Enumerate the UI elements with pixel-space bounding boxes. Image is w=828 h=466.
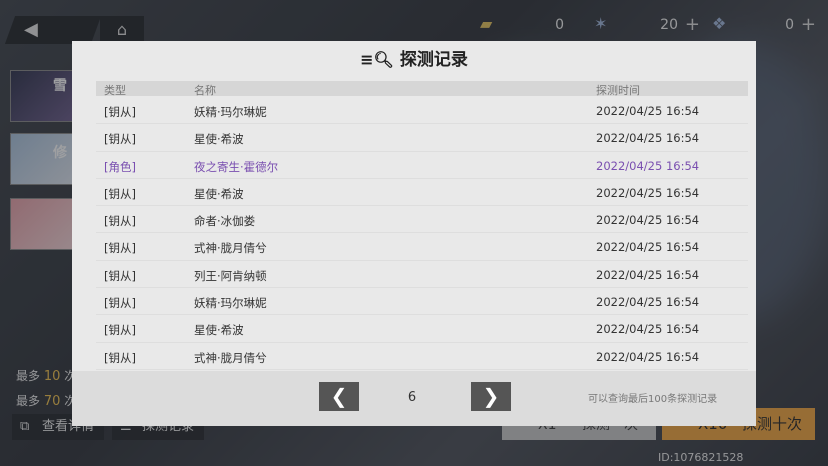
table-header: 类型 名称 探测时间 — [96, 81, 748, 97]
row-time: 2022/04/25 16:54 — [596, 267, 700, 282]
chevron-left-icon: ❮ — [330, 384, 348, 408]
row-time: 2022/04/25 16:54 — [596, 349, 700, 364]
row-time: 2022/04/25 16:54 — [596, 131, 700, 146]
table-row: [钥从] 妖精·玛尔琳妮 2022/04/25 16:54 — [96, 97, 748, 125]
row-name: 星使·希波 — [194, 186, 244, 201]
row-type: [钥从] — [104, 105, 136, 119]
row-type: [钥从] — [104, 350, 136, 365]
modal-title-text: 探测记录 — [399, 50, 468, 70]
page-number: 6 — [407, 390, 417, 405]
column-name: 名称 — [194, 84, 216, 97]
row-time: 2022/04/25 16:54 — [596, 104, 700, 118]
next-page-button[interactable]: ❯ — [471, 382, 511, 411]
chevron-right-icon: ❯ — [482, 384, 500, 408]
table-row: [钥从] 星使·希波 2022/04/25 16:54 — [96, 315, 748, 343]
table-row: [钥从] 妖精·玛尔琳妮 2022/04/25 16:54 — [96, 288, 748, 316]
row-name: 式神·胧月倩兮 — [194, 350, 267, 365]
history-limit-note: 可以查询最后100条探测记录 — [588, 394, 718, 405]
row-name: 夜之寄生·霍德尔 — [194, 159, 279, 174]
row-type: [钥从] — [104, 186, 136, 201]
row-type: [钥从] — [104, 268, 136, 283]
row-time: 2022/04/25 16:54 — [596, 295, 700, 310]
row-time: 2022/04/25 16:54 — [596, 158, 700, 173]
table-row: [钥从] 式神·胧月倩兮 2022/04/25 16:54 — [96, 233, 748, 261]
search-list-icon: ≡🔍︎ — [360, 50, 394, 69]
row-type: [钥从] — [104, 132, 136, 147]
row-time: 2022/04/25 16:54 — [596, 322, 700, 337]
row-name: 列王·阿肯纳顿 — [194, 268, 267, 283]
column-time: 探测时间 — [596, 84, 640, 97]
row-name: 式神·胧月倩兮 — [194, 241, 267, 256]
row-time: 2022/04/25 16:54 — [596, 240, 700, 255]
modal-title: ≡🔍︎ 探测记录 — [72, 41, 756, 79]
column-type: 类型 — [104, 84, 126, 97]
table-row: [钥从] 星使·希波 2022/04/25 16:54 — [96, 124, 748, 152]
row-time: 2022/04/25 16:54 — [596, 213, 700, 228]
row-name: 妖精·玛尔琳妮 — [194, 105, 267, 119]
table-row: [钥从] 星使·希波 2022/04/25 16:54 — [96, 179, 748, 207]
table-row: [角色] 夜之寄生·霍德尔 2022/04/25 16:54 — [96, 152, 748, 179]
table-row: [钥从] 命者·冰伽娄 2022/04/25 16:54 — [96, 206, 748, 234]
history-table: [钥从] 妖精·玛尔琳妮 2022/04/25 16:54 [钥从] 星使·希波 202… — [96, 97, 748, 370]
row-name: 妖精·玛尔琳妮 — [194, 296, 267, 311]
row-type: [钥从] — [104, 214, 136, 229]
row-time: 2022/04/25 16:54 — [596, 185, 700, 200]
row-name: 星使·希波 — [194, 323, 244, 338]
table-row: [钥从] 式神·胧月倩兮 2022/04/25 16:54 — [96, 343, 748, 370]
row-type: [钥从] — [104, 296, 136, 311]
row-type: [钥从] — [104, 323, 136, 338]
row-type: [角色] — [104, 159, 136, 174]
row-name: 星使·希波 — [194, 132, 244, 147]
pagination-bar: ❮ 6 ❯ 可以查询最后100条探测记录 — [72, 371, 756, 426]
row-type: [钥从] — [104, 241, 136, 256]
table-row: [钥从] 列王·阿肯纳顿 2022/04/25 16:54 — [96, 261, 748, 289]
draw-history-modal: ≡🔍︎ 探测记录 类型 名称 探测时间 [钥从] 妖精·玛尔琳妮 2022/04/25… — [72, 41, 756, 426]
prev-page-button[interactable]: ❮ — [319, 382, 359, 411]
row-name: 命者·冰伽娄 — [194, 214, 256, 229]
